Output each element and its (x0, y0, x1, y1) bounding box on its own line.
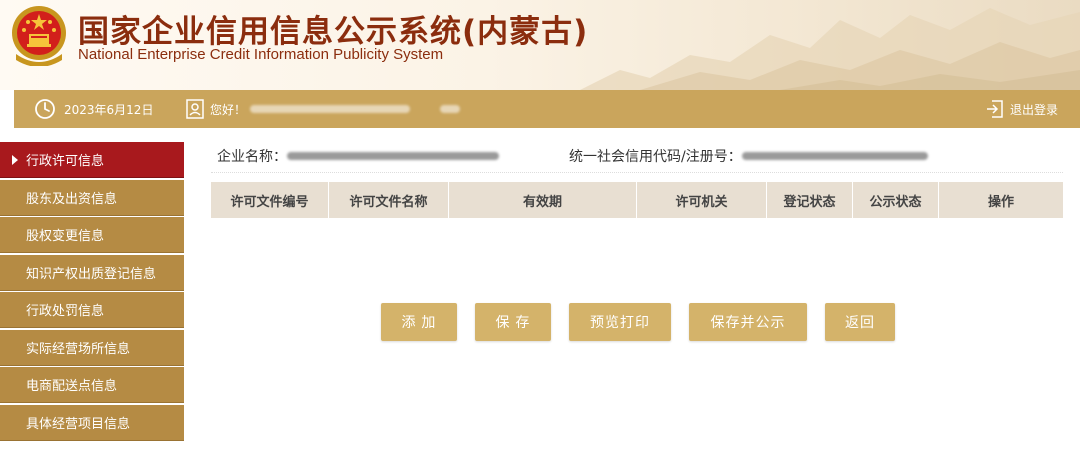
action-button-row: 添 加 保 存 预览打印 保存并公示 返回 (381, 303, 913, 341)
sidebar-item-label: 行政许可信息 (26, 154, 105, 169)
sidebar-item-shareholder[interactable]: 股东及出资信息 (0, 179, 184, 216)
site-header: 国家企业信用信息公示系统(内蒙古) National Enterprise Cr… (0, 0, 1080, 90)
blurred-company-name (287, 152, 499, 160)
greeting-text: 您好！ (210, 102, 247, 117)
current-date: 2023年6月12日 (64, 102, 154, 117)
caret-right-icon (12, 154, 18, 165)
blurred-credit-code (741, 152, 928, 160)
site-title-english: National Enterprise Credit Information P… (78, 46, 444, 63)
column-header: 操作 (987, 194, 1014, 210)
sidebar-nav: 行政许可信息 股东及出资信息 股权变更信息 知识产权出质登记信息 行政处罚信息 … (0, 142, 184, 442)
clock-icon (35, 99, 55, 119)
sidebar-item-admin-license[interactable]: 行政许可信息 (0, 142, 184, 178)
sidebar-item-business-projects[interactable]: 具体经营项目信息 (0, 404, 184, 441)
preview-print-button[interactable]: 预览打印 (569, 303, 671, 341)
sidebar-item-equity-change[interactable]: 股权变更信息 (0, 217, 184, 253)
blurred-username (250, 105, 411, 113)
user-icon (186, 99, 204, 119)
sidebar-item-label: 行政处罚信息 (26, 304, 105, 319)
credit-code-field: 统一社会信用代码/注册号： (569, 146, 928, 166)
company-name-label: 企业名称： (217, 149, 287, 165)
user-greeting: 您好！ (186, 90, 461, 128)
column-header: 许可文件编号 (211, 182, 329, 218)
sidebar-item-ecommerce-delivery[interactable]: 电商配送点信息 (0, 367, 184, 403)
logout-button[interactable]: 退出登录 (986, 90, 1058, 128)
save-button[interactable]: 保 存 (475, 303, 551, 341)
logout-label: 退出登录 (1009, 102, 1058, 117)
back-button[interactable]: 返回 (825, 303, 895, 341)
sidebar-item-label: 股东及出资信息 (26, 191, 118, 207)
sidebar-item-label: 股权变更信息 (26, 229, 105, 244)
sidebar-item-label: 知识产权出质登记信息 (26, 266, 157, 282)
date-display: 2023年6月12日 (34, 90, 153, 128)
user-info-bar: 2023年6月12日 您好！ 退出登录 (14, 90, 1080, 128)
column-header: 公示状态 (853, 182, 939, 218)
company-name-field: 企业名称： (217, 146, 499, 166)
add-button[interactable]: 添 加 (381, 303, 457, 341)
sidebar-item-ip-pledge[interactable]: 知识产权出质登记信息 (0, 254, 184, 291)
column-header: 登记状态 (767, 182, 853, 218)
column-header: 许可机关 (637, 182, 767, 218)
mountain-landscape-decoration (580, 8, 1080, 90)
column-header: 有效期 (449, 182, 637, 218)
column-header: 许可文件名称 (329, 182, 449, 218)
sidebar-item-label: 电商配送点信息 (26, 379, 118, 394)
sidebar-item-label: 实际经营场所信息 (26, 341, 131, 357)
save-and-publish-button[interactable]: 保存并公示 (689, 303, 807, 341)
national-emblem-icon (12, 6, 66, 66)
credit-code-label: 统一社会信用代码/注册号： (569, 149, 742, 165)
logout-icon (986, 100, 1003, 118)
table-header: 许可文件编号 许可文件名称 有效期 许可机关 登记状态 公示状态 操作 (211, 182, 1063, 218)
sidebar-item-business-premises[interactable]: 实际经营场所信息 (0, 329, 184, 366)
divider (211, 172, 1063, 173)
sidebar-item-label: 具体经营项目信息 (26, 416, 131, 432)
site-title-chinese: 国家企业信用信息公示系统(内蒙古) (78, 14, 589, 50)
blurred-user-id (440, 105, 461, 113)
sidebar-item-admin-penalty[interactable]: 行政处罚信息 (0, 292, 184, 328)
